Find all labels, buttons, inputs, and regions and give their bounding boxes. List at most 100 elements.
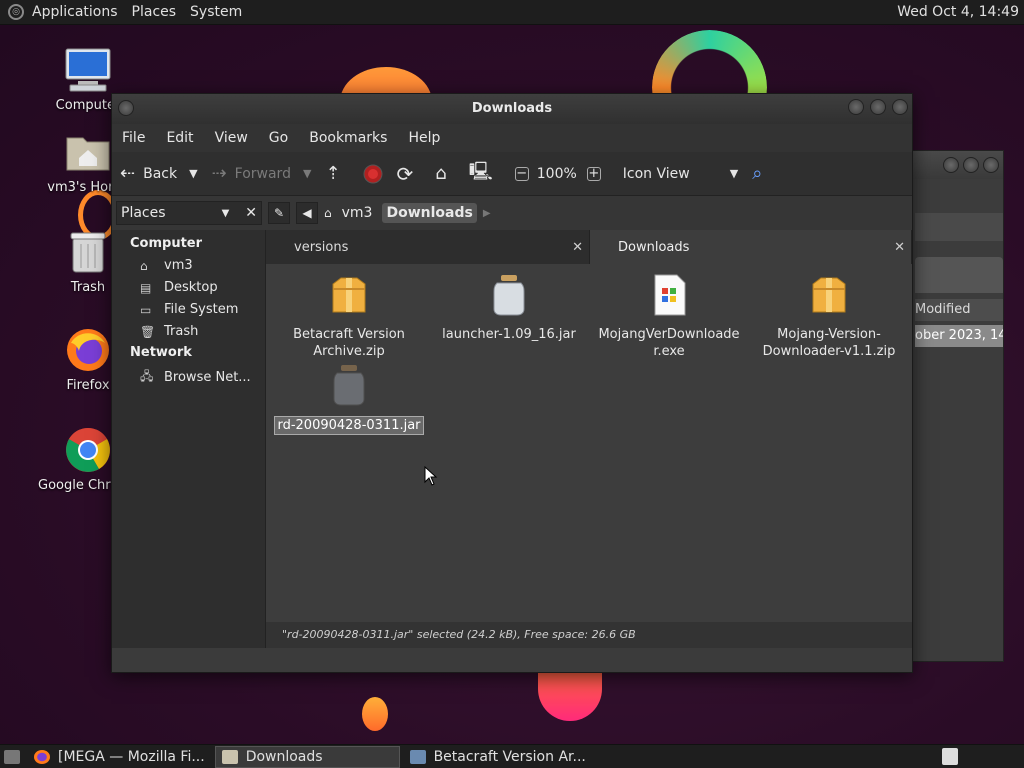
wallpaper-shape [538,665,602,721]
computer-icon [64,46,112,94]
forward-arrow-icon: ⇢ [211,163,227,184]
maximize-button[interactable] [870,99,886,115]
close-sidebar-icon[interactable]: ✕ [245,205,257,221]
wallpaper-shape [362,697,388,731]
places-menu[interactable]: Places [132,4,177,20]
window-body: Computer ⌂ vm3 ▤ Desktop ▭ File System 🗑 Tra… [112,230,912,648]
taskbar-item-archive[interactable]: Betacraft Version Ar... [404,746,592,768]
mouse-pointer-icon [424,466,438,486]
home-button[interactable]: ⌂ [435,163,454,184]
jar-icon [493,275,525,316]
computer-button[interactable]: 🖳 [469,159,501,189]
menu-help[interactable]: Help [408,130,440,146]
sidebar-header-computer: Computer [130,236,203,251]
forward-history-dropdown-icon[interactable]: ▼ [303,167,311,180]
file-item[interactable]: Betacraft Version Archive.zip [274,274,424,360]
search-button[interactable]: ⌕ [752,163,770,184]
close-tab-icon[interactable]: ✕ [894,240,905,255]
breadcrumb-vm3[interactable]: vm3 [338,203,377,223]
zip-icon [812,277,846,313]
status-bar: "rd-20090428-0311.jar" selected (24.2 kB… [266,622,912,648]
taskbar-item-downloads[interactable]: Downloads [214,745,400,768]
edit-location-icon[interactable]: ✎ [268,202,290,224]
search-icon: ⌕ [752,163,763,184]
file-item[interactable]: launcher-1.09_16.jar [434,274,584,343]
folder-icon [221,749,238,764]
file-item-selected[interactable]: rd-20090428-0311.jar [274,364,424,435]
menu-file[interactable]: File [122,130,145,146]
view-mode-select[interactable]: Icon View ▼ [623,166,738,182]
breadcrumb-right-icon[interactable]: ▶ [483,208,491,219]
chevron-down-icon: ▼ [729,167,739,180]
breadcrumb-left-icon[interactable]: ◀ [296,202,318,224]
column-header-modified[interactable]: Modified [915,299,1003,321]
applications-menu[interactable]: Applications [32,4,118,20]
distro-logo-icon[interactable]: ◎ [8,4,24,20]
sidebar-selector[interactable]: Places ▼ ✕ [116,201,262,225]
zoom-control: − 100% + [514,165,609,182]
location-bar: Places ▼ ✕ ✎ ◀ ⌂ vm3 Downloads ▶ [112,196,912,230]
menu-view[interactable]: View [215,130,248,146]
jar-icon [333,365,365,406]
sidebar-item-trash[interactable]: 🗑 Trash [112,321,265,343]
close-button[interactable] [892,99,908,115]
home-icon: ⌂ [435,163,447,184]
window-title: Downloads [471,101,553,116]
taskbar: [MEGA — Mozilla Fi... Downloads Betacraf… [0,744,1024,768]
file-item[interactable]: MojangVerDownloade r.exe [594,274,744,360]
network-icon: 🖧 [140,369,154,383]
chevron-down-icon: ▼ [221,207,230,219]
system-menu[interactable]: System [190,4,242,20]
window-menu-button[interactable] [118,100,134,116]
zoom-out-icon[interactable]: − [514,166,529,181]
back-history-dropdown-icon[interactable]: ▼ [189,167,197,180]
zoom-level: 100% [536,165,577,182]
toolbar: ⇠ Back ▼ ⇢ Forward ▼ ⇡ ⟳ ⌂ 🖳 − 100% + Ic… [112,152,912,196]
file-manager-window: Downloads File Edit View Go Bookmarks He… [111,93,913,673]
up-button[interactable]: ⇡ [325,163,348,184]
window-titlebar[interactable]: Downloads [112,94,912,124]
exe-icon [654,274,686,316]
back-button[interactable]: ⇠ Back ▼ [120,163,198,184]
up-arrow-icon: ⇡ [325,163,341,184]
reload-icon: ⟳ [396,161,414,186]
sidebar-item-desktop[interactable]: ▤ Desktop [112,277,265,299]
show-desktop-button[interactable] [0,746,24,768]
background-window[interactable]: Modified ober 2023, 14: [900,150,1004,662]
menu-edit[interactable]: Edit [166,130,193,146]
reload-button[interactable]: ⟳ [397,162,422,186]
firefox-icon [64,326,112,374]
workspace-switcher-icon[interactable] [942,748,958,765]
zoom-in-icon[interactable]: + [586,166,601,181]
background-window-panel [915,257,1003,293]
maximize-button[interactable] [963,157,979,173]
list-row-modified[interactable]: ober 2023, 14: [915,325,1003,347]
sidebar-item-browse-network[interactable]: 🖧 Browse Net... [112,364,265,392]
tab-downloads[interactable]: Downloads ✕ [590,230,912,264]
clock[interactable]: Wed Oct 4, 14:49 [897,4,1019,20]
tab-versions[interactable]: versions ✕ [266,230,590,264]
menubar: File Edit View Go Bookmarks Help [112,124,912,152]
stop-button[interactable] [363,164,383,184]
menu-go[interactable]: Go [269,130,288,146]
menu-bookmarks[interactable]: Bookmarks [309,130,387,146]
back-arrow-icon: ⇠ [120,163,136,184]
breadcrumb-downloads[interactable]: Downloads [382,203,477,223]
drive-icon: ▭ [140,302,152,317]
sidebar-item-file-system[interactable]: ▭ File System [112,299,265,321]
archive-icon [409,749,426,764]
firefox-icon [34,749,50,764]
file-item[interactable]: Mojang-Version- Downloader-v1.1.zip [754,274,904,360]
minimize-button[interactable] [943,157,959,173]
close-button[interactable] [983,157,999,173]
chrome-icon [64,426,112,474]
taskbar-item-firefox[interactable]: [MEGA — Mozilla Fi... [28,746,211,768]
background-window-panel [915,213,1003,241]
close-tab-icon[interactable]: ✕ [572,240,583,255]
zip-icon [332,277,366,313]
forward-button[interactable]: ⇢ Forward ▼ [212,163,312,184]
minimize-button[interactable] [848,99,864,115]
breadcrumb: ✎ ◀ ⌂ vm3 Downloads ▶ [268,202,491,224]
sidebar-item-vm3[interactable]: ⌂ vm3 [112,255,265,277]
file-grid[interactable]: Betacraft Version Archive.zip launcher-1… [266,266,912,646]
